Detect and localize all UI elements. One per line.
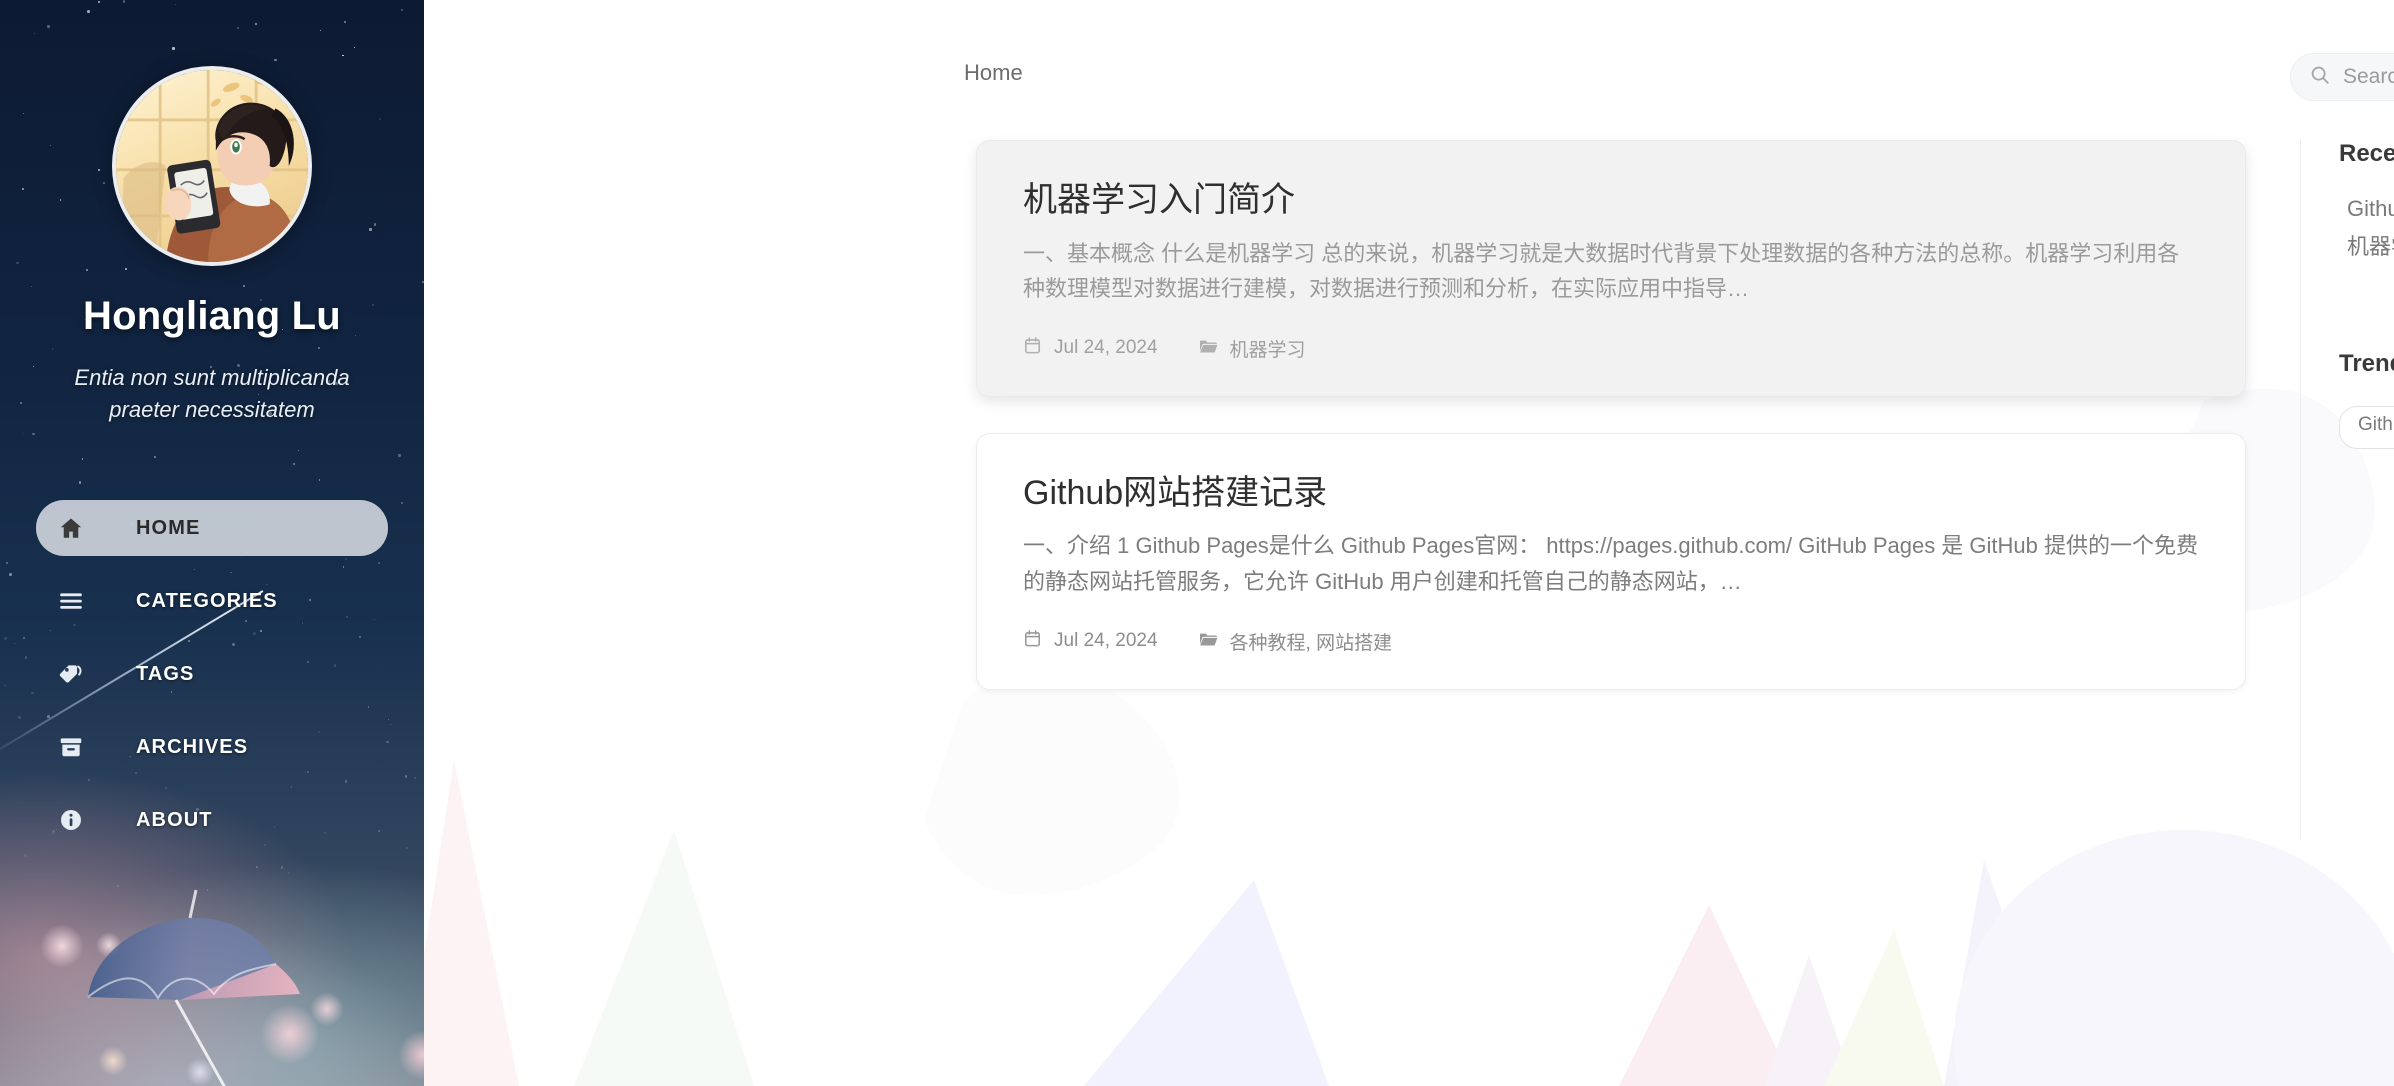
sidebar-item-home[interactable]: HOME — [36, 500, 388, 556]
post-card[interactable]: Github网站搭建记录 一、介绍 1 Github Pages是什么 Gith… — [976, 432, 2246, 690]
list-icon — [58, 588, 96, 614]
post-category-text: 机器学习 — [1229, 339, 1306, 361]
trending-tags-list: Github 机器学习 网站搭建 — [2339, 400, 2394, 449]
page-root: Hongliang Lu Entia non sunt multiplicand… — [0, 0, 2394, 1086]
sidebar-item-label: ABOUT — [136, 808, 213, 831]
right-rail: Recently Updated Github网站搭建记录 机器学习入门简介 T… — [2300, 140, 2394, 840]
post-date-text: Jul 24, 2024 — [1054, 630, 1158, 651]
post-title[interactable]: Github网站搭建记录 — [1023, 472, 2199, 515]
recently-updated-title: Recently Updated — [2339, 140, 2394, 167]
recently-updated-item[interactable]: Github网站搭建记录 — [2339, 190, 2394, 228]
post-title[interactable]: 机器学习入门简介 — [1023, 179, 2199, 222]
archive-icon — [58, 734, 96, 760]
home-icon — [58, 515, 96, 541]
trending-tags-title: Trending Tags — [2339, 350, 2394, 377]
topbar: Home — [424, 0, 2394, 140]
site-subtitle: Entia non sunt multiplicanda praeter nec… — [74, 365, 350, 422]
avatar[interactable] — [112, 66, 312, 266]
search-box[interactable] — [2290, 53, 2394, 101]
breadcrumb[interactable]: Home — [964, 60, 1023, 86]
recently-updated-list: Github网站搭建记录 机器学习入门简介 — [2339, 190, 2394, 266]
post-category-text: 各种教程, 网站搭建 — [1229, 632, 1393, 654]
content-area: 机器学习入门简介 一、基本概念 什么是机器学习 总的来说，机器学习就是大数据时代… — [424, 140, 2394, 1086]
sidebar-item-archives[interactable]: ARCHIVES — [36, 719, 388, 775]
post-card[interactable]: 机器学习入门简介 一、基本概念 什么是机器学习 总的来说，机器学习就是大数据时代… — [976, 140, 2246, 397]
post-meta: Jul 24, 2024 机器学习 — [1023, 335, 2199, 362]
bokeh-glow — [40, 924, 84, 968]
sidebar-item-about[interactable]: ABOUT — [36, 792, 388, 848]
sidebar: Hongliang Lu Entia non sunt multiplicand… — [0, 0, 424, 1086]
post-meta: Jul 24, 2024 各种教程, 网站搭建 — [1023, 628, 2199, 655]
sidebar-nav: HOME CATEGORIES TAGS ARCHIVES ABOUT — [36, 500, 388, 865]
folder-icon — [1198, 336, 1218, 361]
sidebar-item-label: HOME — [136, 516, 201, 539]
post-date: Jul 24, 2024 — [1023, 629, 1158, 653]
post-date-text: Jul 24, 2024 — [1054, 337, 1158, 359]
post-list: 机器学习入门简介 一、基本概念 什么是机器学习 总的来说，机器学习就是大数据时代… — [976, 140, 2246, 1086]
sidebar-item-label: TAGS — [136, 662, 195, 685]
search-input[interactable] — [2343, 65, 2394, 89]
umbrella-icon — [80, 872, 340, 1086]
sidebar-item-label: CATEGORIES — [136, 589, 278, 612]
post-excerpt: 一、介绍 1 Github Pages是什么 Github Pages官网： h… — [1023, 533, 2199, 594]
search-icon — [2309, 64, 2331, 91]
info-icon — [58, 807, 96, 833]
calendar-icon — [1023, 629, 1042, 653]
sidebar-item-label: ARCHIVES — [136, 735, 249, 758]
folder-icon — [1198, 629, 1218, 654]
bokeh-glow — [398, 1030, 424, 1080]
site-title: Hongliang Lu — [83, 294, 341, 338]
post-date: Jul 24, 2024 — [1023, 336, 1158, 360]
post-categories: 各种教程, 网站搭建 — [1198, 628, 1393, 655]
recently-updated-item[interactable]: 机器学习入门简介 — [2339, 228, 2394, 266]
calendar-icon — [1023, 336, 1042, 360]
tag-icon — [58, 661, 96, 687]
main-content: Home 机器学习入门简介 一、基本概念 什么是机器学习 总的来说，机器学习就是… — [424, 0, 2394, 1086]
post-categories: 机器学习 — [1198, 335, 1306, 362]
post-excerpt: 一、基本概念 什么是机器学习 总的来说，机器学习就是大数据时代背景下处理数据的各… — [1023, 240, 2180, 302]
tag-pill[interactable]: Github — [2339, 406, 2394, 449]
sidebar-item-tags[interactable]: TAGS — [36, 646, 388, 702]
sidebar-item-categories[interactable]: CATEGORIES — [36, 573, 388, 629]
